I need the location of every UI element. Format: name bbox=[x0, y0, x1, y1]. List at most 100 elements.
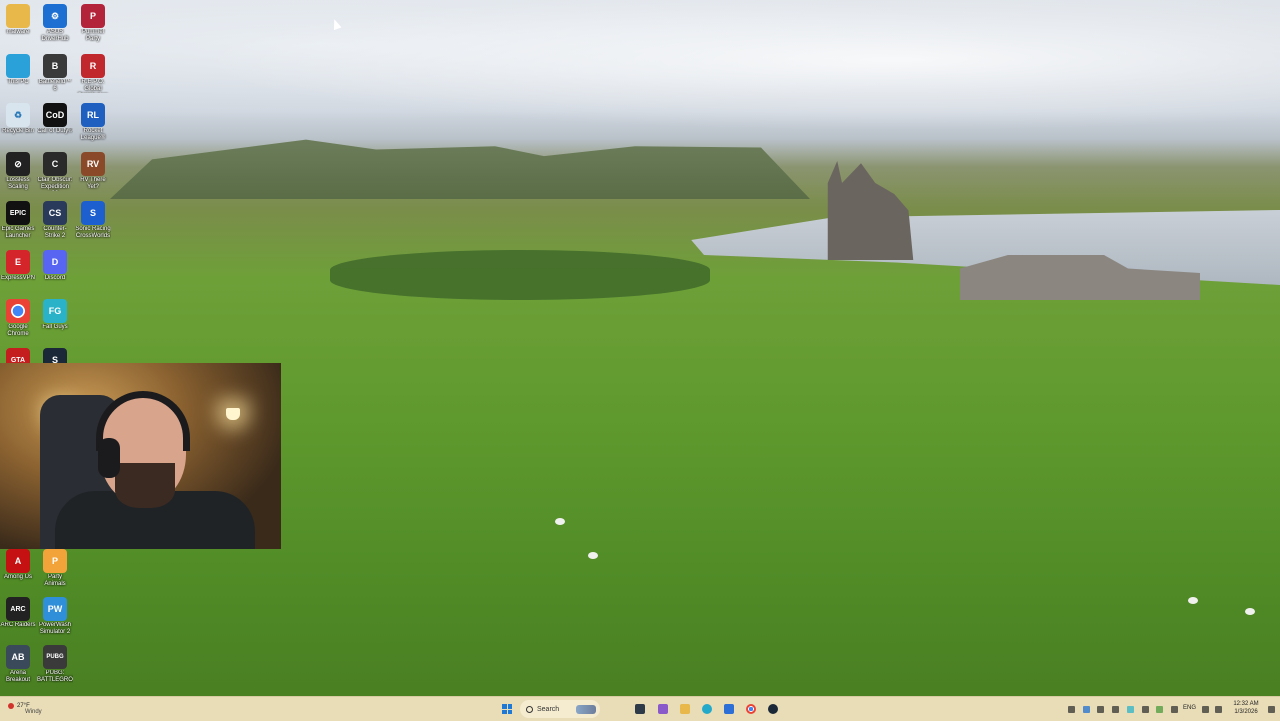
volume-button[interactable] bbox=[1213, 697, 1223, 721]
taskbar-app-store[interactable] bbox=[723, 697, 735, 721]
desktop-icon-fall-guys[interactable]: FG Fall Guys bbox=[37, 297, 73, 345]
volume-icon bbox=[1214, 705, 1222, 713]
expressvpn-icon: E bbox=[6, 250, 30, 274]
clock-date: 1/3/2026 bbox=[1234, 709, 1258, 715]
tray-app-icon[interactable] bbox=[1068, 705, 1075, 713]
desktop-icon-arc-raiders[interactable]: ARC ARC Raiders bbox=[0, 595, 36, 643]
system-tray bbox=[1068, 697, 1178, 721]
arena-breakout-icon: AB bbox=[6, 645, 30, 669]
desktop-icon-counter-strike[interactable]: CS Counter-Strike 2 bbox=[37, 199, 73, 247]
tray-app-icon[interactable] bbox=[1170, 705, 1178, 713]
steam-icon bbox=[768, 704, 778, 714]
sky-clouds bbox=[0, 0, 1280, 150]
arc-raiders-icon: ARC bbox=[6, 597, 30, 621]
desktop-icon-steam[interactable]: S bbox=[37, 346, 73, 372]
desktop-icon-sonic-racing[interactable]: S Sonic Racing CrossWorlds bbox=[75, 199, 111, 247]
start-button[interactable] bbox=[500, 697, 514, 721]
wifi-icon bbox=[1201, 705, 1209, 713]
tray-app-icon[interactable] bbox=[1097, 705, 1105, 713]
store-icon bbox=[724, 704, 734, 714]
desktop-icon-gta[interactable]: GTA bbox=[0, 346, 36, 372]
taskbar-app-chrome[interactable] bbox=[745, 697, 757, 721]
desktop-icon-pummel-party[interactable]: P Pummel Party bbox=[75, 2, 111, 50]
taskbar-search[interactable]: Search bbox=[520, 700, 600, 718]
desktop-icon-pubg[interactable]: PUBG PUBG: BATTLEGROUNDS bbox=[37, 643, 73, 691]
tray-app-icon[interactable] bbox=[1082, 705, 1090, 713]
task-view-button[interactable] bbox=[634, 697, 646, 721]
taskbar-app-edge[interactable] bbox=[701, 697, 713, 721]
lamp-right bbox=[226, 408, 240, 420]
desktop-wallpaper: malware ⚙ ASUS DriverHub P Pummel Party … bbox=[0, 0, 1280, 696]
desktop-icon-rv-there-yet[interactable]: RV RV There Yet? bbox=[75, 150, 111, 198]
folder-icon bbox=[680, 704, 690, 714]
desktop-icon-arena-breakout[interactable]: AB Arena Breakout bbox=[0, 643, 36, 691]
tray-app-icon[interactable] bbox=[1156, 705, 1164, 713]
repo-icon: R bbox=[81, 54, 105, 78]
taskbar-app-file-explorer[interactable] bbox=[679, 697, 691, 721]
battlefield-icon: B bbox=[43, 54, 67, 78]
desktop-icon-party-animals[interactable]: P Party Animals bbox=[37, 547, 73, 595]
webcam-overlay bbox=[0, 363, 281, 549]
weather-description: Windy bbox=[25, 709, 42, 715]
castle bbox=[827, 161, 914, 260]
headset-earcup bbox=[98, 438, 120, 478]
desktop-icon-battlefield[interactable]: B Battlefield™ 6 bbox=[37, 52, 73, 100]
notifications-button[interactable] bbox=[1266, 697, 1276, 721]
desktop-icon-recycle-bin[interactable]: ♻ Recycle Bin bbox=[0, 101, 36, 149]
taskbar-clock[interactable]: 12:32 AM 1/3/2026 bbox=[1226, 700, 1266, 716]
rocket-league-icon: RL bbox=[81, 103, 105, 127]
sheep bbox=[588, 552, 598, 559]
tray-app-icon[interactable] bbox=[1126, 705, 1134, 713]
edge-icon bbox=[702, 704, 712, 714]
weather-widget[interactable]: 27°F Windy bbox=[8, 697, 48, 721]
folder-icon bbox=[6, 4, 30, 28]
tray-app-icon[interactable] bbox=[1141, 705, 1149, 713]
desktop-icon-lossless-scaling[interactable]: ⊘ Lossless Scaling bbox=[0, 150, 36, 198]
among-us-icon: A bbox=[6, 549, 30, 573]
desktop-icon-google-chrome[interactable]: Google Chrome bbox=[0, 297, 36, 345]
powerwash-icon: PW bbox=[43, 597, 67, 621]
notification-bell-icon bbox=[1267, 705, 1275, 713]
discord-icon: D bbox=[43, 250, 67, 274]
pummel-party-icon: P bbox=[81, 4, 105, 28]
search-label: Search bbox=[537, 705, 560, 713]
sheep bbox=[1188, 597, 1198, 604]
desktop-icon-rocket-league[interactable]: RL Rocket League® bbox=[75, 101, 111, 149]
hedge bbox=[330, 250, 710, 300]
windows-logo-icon bbox=[502, 704, 512, 714]
sonic-racing-icon: S bbox=[81, 201, 105, 225]
chrome-icon bbox=[6, 299, 30, 323]
epic-games-icon: EPIC bbox=[6, 201, 30, 225]
desktop-icon-malware[interactable]: malware bbox=[0, 2, 36, 50]
clock-time: 12:32 AM bbox=[1233, 701, 1259, 707]
chrome-icon bbox=[746, 704, 756, 714]
taskbar-app-steam[interactable] bbox=[767, 697, 779, 721]
desktop-icon-call-of-duty[interactable]: CoD Call of Duty® bbox=[37, 101, 73, 149]
call-of-duty-icon: CoD bbox=[43, 103, 67, 127]
search-highlight-icon bbox=[576, 704, 596, 714]
desktop-icon-repo[interactable]: R R.E.P.O. Global Distribution bbox=[75, 52, 111, 100]
desktop-icon-expressvpn[interactable]: E ExpressVPN bbox=[0, 248, 36, 296]
desktop-icon-asus-driverhub[interactable]: ⚙ ASUS DriverHub bbox=[37, 2, 73, 50]
wifi-button[interactable] bbox=[1200, 697, 1210, 721]
desktop-icon-this-pc[interactable]: This PC bbox=[0, 52, 36, 100]
desktop-icon-among-us[interactable]: A Among Us bbox=[0, 547, 36, 595]
person-beard bbox=[115, 463, 175, 508]
taskbar-app-photos[interactable] bbox=[657, 697, 669, 721]
desktop-icon-epic-games[interactable]: EPIC Epic Games Launcher bbox=[0, 199, 36, 247]
weather-alert-icon bbox=[8, 703, 14, 709]
language-indicator[interactable]: ENG bbox=[1183, 705, 1196, 711]
photos-icon bbox=[658, 704, 668, 714]
party-animals-icon: P bbox=[43, 549, 67, 573]
desktop-icon-discord[interactable]: D Discord bbox=[37, 248, 73, 296]
desktop-icon-powerwash[interactable]: PW PowerWash Simulator 2 bbox=[37, 595, 73, 643]
lossless-scaling-icon: ⊘ bbox=[6, 152, 30, 176]
recycle-bin-icon: ♻ bbox=[6, 103, 30, 127]
asus-driverhub-icon: ⚙ bbox=[43, 4, 67, 28]
tray-app-icon[interactable] bbox=[1112, 705, 1120, 713]
task-view-icon bbox=[635, 704, 645, 714]
taskbar: 27°F Windy Search ENG 12:32 AM 1/3/2026 bbox=[0, 696, 1280, 721]
desktop-icon-clair-obscur[interactable]: C Clair Obscur: Expedition 33 bbox=[37, 150, 73, 198]
fall-guys-icon: FG bbox=[43, 299, 67, 323]
sheep bbox=[555, 518, 565, 525]
